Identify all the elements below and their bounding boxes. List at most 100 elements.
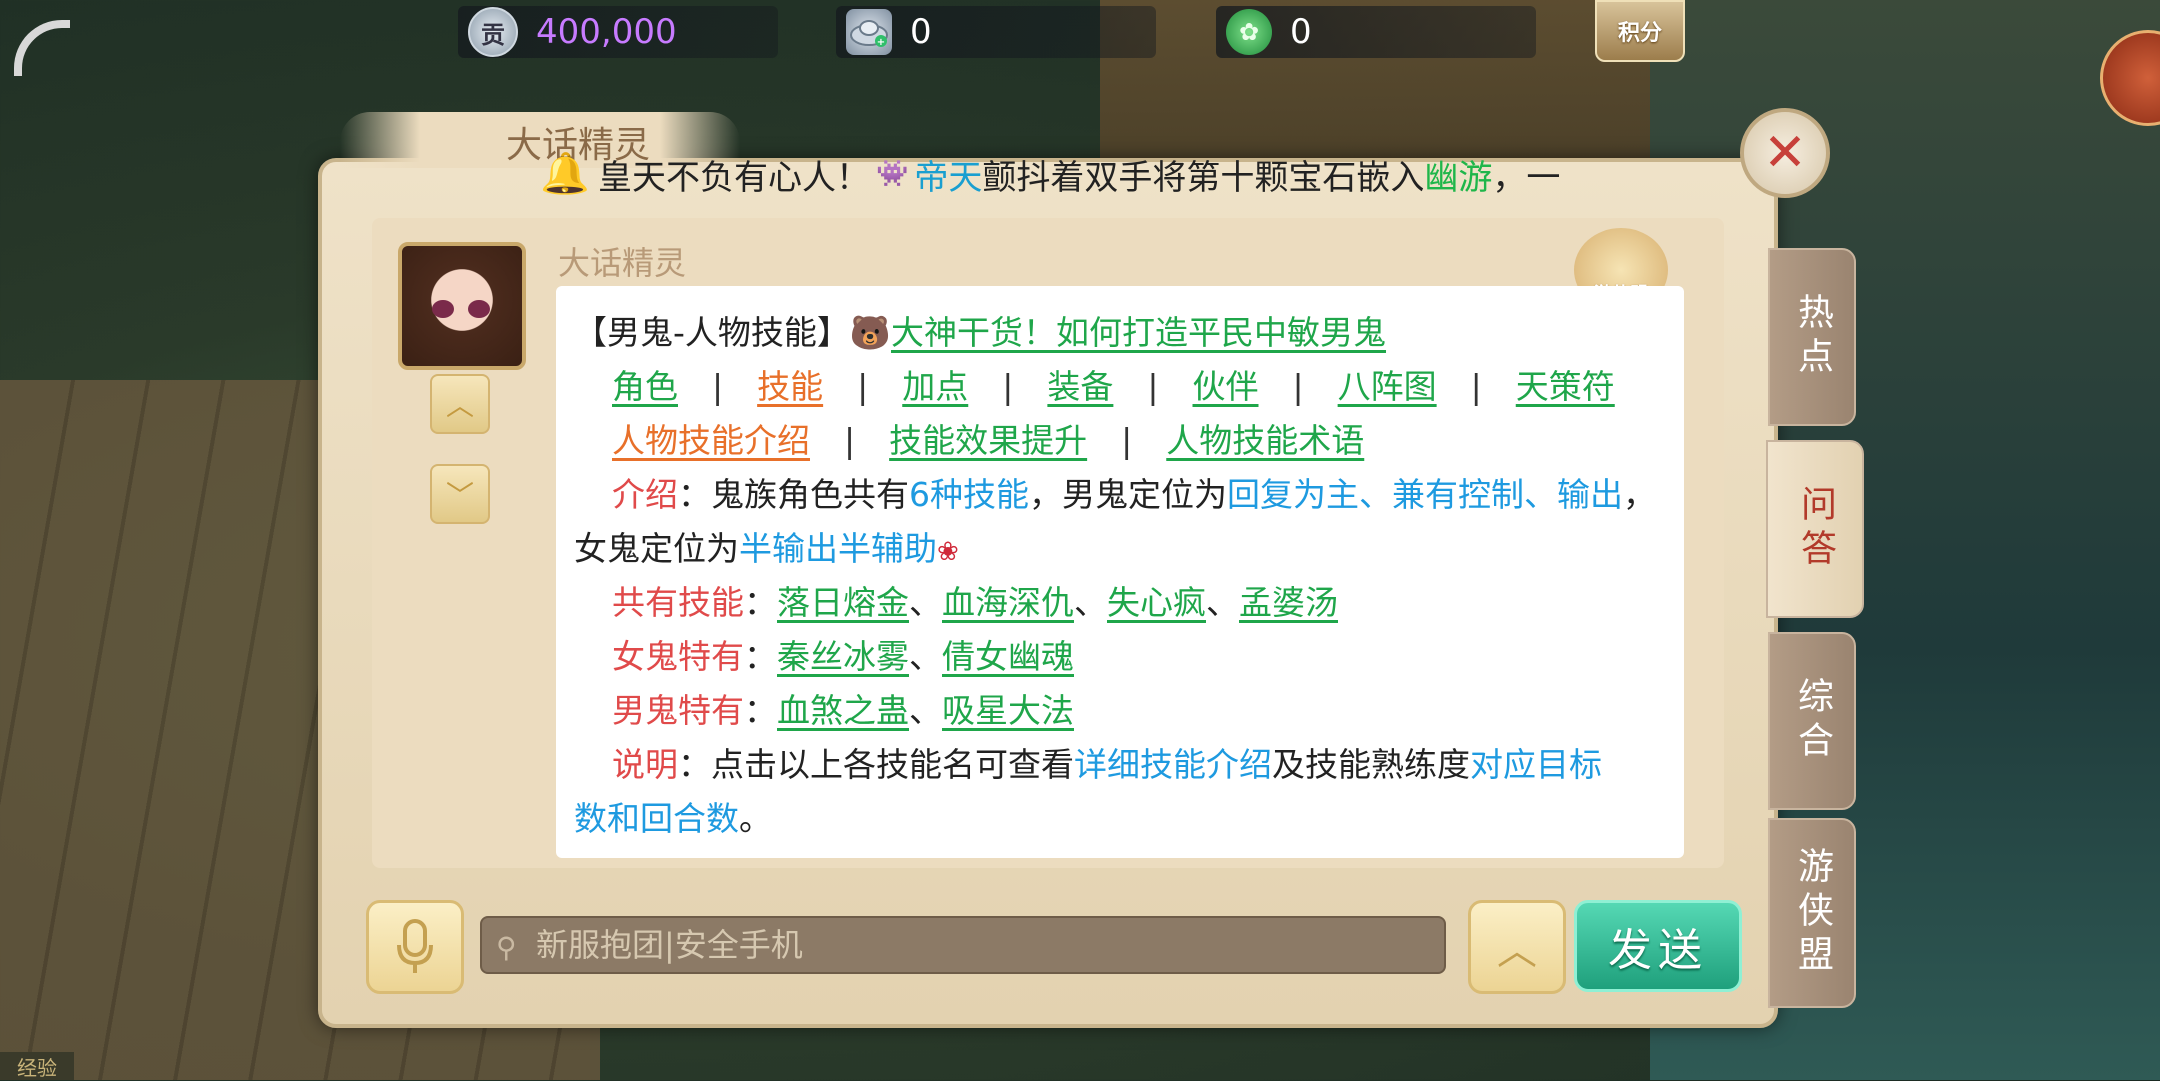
intro-highlight: 6种技能 [909,475,1029,514]
nav-separator: | [1002,367,1014,406]
chevron-up-icon: ︿ [1497,928,1537,974]
avatar-eye [468,300,490,318]
exp-label: 经验 [0,1052,74,1080]
rose-icon: ❀ [937,537,959,567]
player-icon: 👾 [876,159,909,189]
intro-highlight: 半输出半辅助 [739,529,937,568]
nav-skill-terms[interactable]: 人物技能术语 [1166,421,1364,460]
nav-separator: | [1292,367,1304,406]
chat-input-box[interactable]: ⚲ [480,916,1446,974]
nav-row-1: 角色 | 技能 | 加点 | 装备 | 伙伴 | 八阵图 | 天策符 [612,360,1615,408]
header-link[interactable]: 大神干货！如何打造平民中敏男鬼 [891,313,1386,352]
silver-ingot-icon: + [846,9,892,55]
skill-link[interactable]: 失心疯 [1107,583,1206,622]
male-skills-label: 男鬼特有 [612,691,744,730]
gong-coin-value: 400,000 [536,12,677,52]
intro-highlight: 回复为主、兼有控制、输出 [1227,475,1623,514]
intro-text: ， [1623,475,1656,514]
jade-icon: ✿ [1226,9,1272,55]
enum-sep: 、 [909,583,942,622]
bear-icon: 🐻 [849,313,892,352]
silver-counter[interactable]: + 0 [836,6,1156,58]
note-highlight: 数和回合数 [574,799,739,838]
nav-equipment[interactable]: 装备 [1047,367,1113,406]
send-button[interactable]: 发送 [1574,900,1742,992]
voice-button[interactable] [366,900,464,994]
shared-skills-line: 共有技能：落日熔金、血海深仇、失心疯、孟婆汤 [612,576,1338,624]
message-bubble: 【男鬼-人物技能】🐻大神干货！如何打造平民中敏男鬼 角色 | 技能 | 加点 | 装备 | 伙伴… [556,286,1684,858]
svg-text:+: + [877,37,885,47]
tab-hot[interactable]: 热点 [1768,248,1856,426]
nav-talisman[interactable]: 天策符 [1516,367,1615,406]
marquee-middle: 颤抖着双手将第十颗宝石嵌入 [982,157,1425,198]
message-header: 【男鬼-人物技能】🐻大神干货！如何打造平民中敏男鬼 [574,306,1386,354]
intro-text: ，男鬼定位为 [1029,475,1227,514]
enum-sep: 、 [909,637,942,676]
colon: ： [678,475,711,514]
marquee-player-name[interactable]: 帝天 [914,150,982,199]
note-label: 说明 [612,745,678,784]
marquee-item-name[interactable]: 幽游 [1424,150,1492,199]
nav-skill-intro[interactable]: 人物技能介绍 [612,421,810,460]
female-skills-label: 女鬼特有 [612,637,744,676]
nav-separator: | [857,367,869,406]
bell-icon: 🔔 [540,151,590,197]
nav-separator: | [1147,367,1159,406]
intro-line-2: 女鬼定位为半输出半辅助❀ [574,522,959,570]
tab-qa[interactable]: 问答 [1766,440,1864,618]
colon: ： [744,691,777,730]
nav-skill[interactable]: 技能 [757,367,823,406]
avatar[interactable] [398,242,526,370]
silver-value: 0 [910,12,932,52]
enum-sep: 、 [1206,583,1239,622]
scroll-up-button[interactable]: ︿ [430,374,490,434]
close-icon: ✕ [1763,123,1807,183]
chat-input[interactable] [534,925,1418,965]
nav-role[interactable]: 角色 [612,367,678,406]
skill-link[interactable]: 倩女幽魂 [942,637,1074,676]
close-button[interactable]: ✕ [1740,108,1830,198]
shared-skills-label: 共有技能 [612,583,744,622]
skill-link[interactable]: 吸星大法 [942,691,1074,730]
skill-link[interactable]: 血煞之蛊 [777,691,909,730]
colon: ： [744,637,777,676]
chevron-up-icon: ︿ [445,389,474,422]
colon: ： [678,745,711,784]
back-icon[interactable] [14,20,70,76]
skill-link[interactable]: 秦丝冰雾 [777,637,909,676]
skill-link[interactable]: 孟婆汤 [1239,583,1338,622]
intro-text: 鬼族角色共有 [711,475,909,514]
enum-sep: 、 [909,691,942,730]
tab-youxia[interactable]: 游侠盟 [1768,818,1856,1008]
nav-separator: | [1121,421,1133,460]
expand-button[interactable]: ︿ [1468,900,1566,994]
chevron-down-icon: ﹀ [445,479,474,512]
nav-partner[interactable]: 伙伴 [1193,367,1259,406]
gong-coin-counter: 贡 400,000 [458,6,778,58]
note-line: 说明：点击以上各技能名可查看详细技能介绍及技能熟练度对应目标 [612,738,1602,786]
note-highlight: 对应目标 [1470,745,1602,784]
note-text: 点击以上各技能名可查看 [711,745,1074,784]
note-text: 。 [739,799,772,838]
score-badge[interactable]: 积分 [1595,0,1685,62]
nav-separator: | [844,421,856,460]
note-text: 及技能熟练度 [1272,745,1470,784]
nav-formation[interactable]: 八阵图 [1338,367,1437,406]
tab-general[interactable]: 综合 [1768,632,1856,810]
scroll-down-button[interactable]: ﹀ [430,464,490,524]
marquee-prefix: 皇天不负有心人！ [598,157,870,198]
enum-sep: 、 [1074,583,1107,622]
intro-text: 女鬼定位为 [574,529,739,568]
skill-link[interactable]: 血海深仇 [942,583,1074,622]
sender-name: 大话精灵 [558,244,687,282]
female-skills-line: 女鬼特有：秦丝冰雾、倩女幽魂 [612,630,1074,678]
nav-skill-boost[interactable]: 技能效果提升 [889,421,1087,460]
intro-label: 介绍 [612,475,678,514]
nav-separator: | [712,367,724,406]
nav-points[interactable]: 加点 [902,367,968,406]
jade-counter[interactable]: ✿ 0 [1216,6,1536,58]
resource-bar: 贡 400,000 + 0 ✿ 0 积分 [0,0,2160,126]
microphone-icon [397,919,433,973]
skill-link[interactable]: 落日熔金 [777,583,909,622]
marquee-suffix: ，一 [1492,157,1561,198]
